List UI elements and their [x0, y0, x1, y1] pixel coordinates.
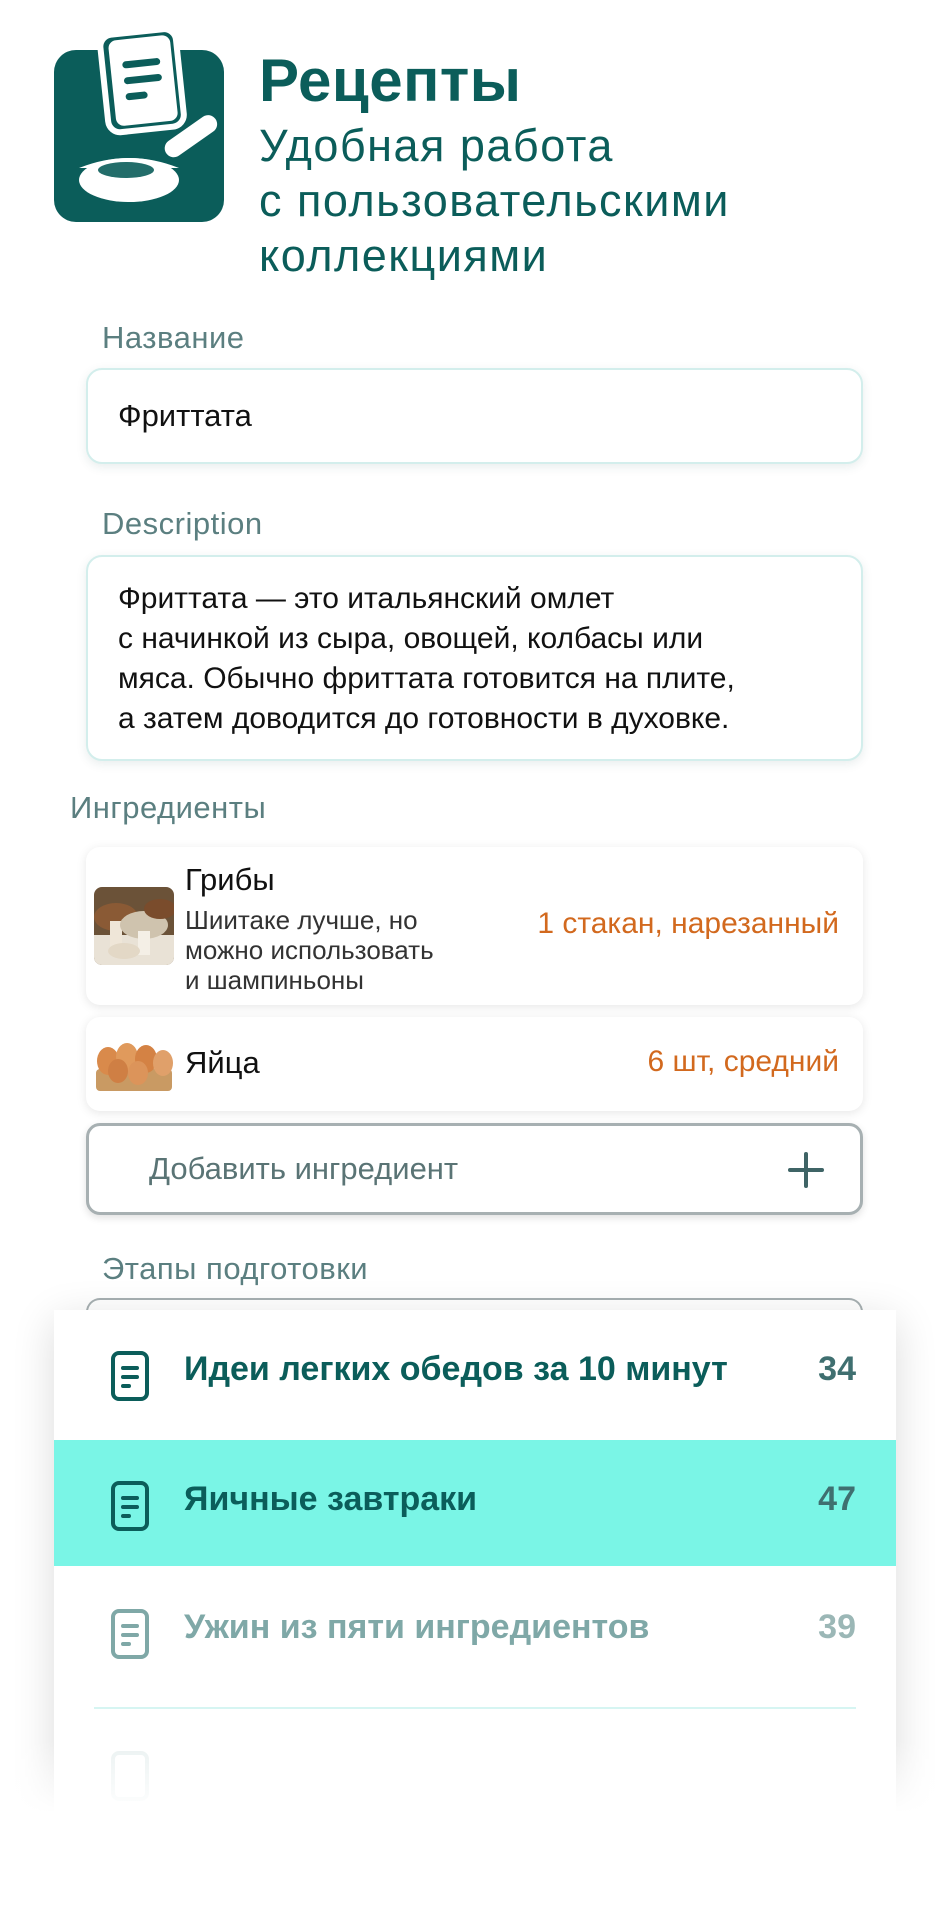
ingredient-note: Шиитаке лучше, но можно использовать и ш…	[185, 905, 475, 995]
description-field[interactable]: Фриттата — это итальянский омлет с начин…	[86, 555, 863, 761]
subtitle-line: Удобная работа	[259, 120, 614, 171]
book-icon	[110, 1608, 150, 1660]
collection-item-selected[interactable]: Яичные завтраки 47	[54, 1440, 896, 1566]
collection-count: 34	[818, 1350, 856, 1388]
collection-item[interactable]: Ужин из пяти ингредиентов 39	[54, 1568, 896, 1694]
collection-item[interactable]: Идеи легких обедов за 10 минут 34	[54, 1310, 896, 1436]
eggs-thumbnail	[94, 1031, 174, 1097]
collection-title: Ужин из пяти ингредиентов	[184, 1608, 650, 1646]
steps-label: Этапы подготовки	[102, 1251, 369, 1286]
divider	[94, 1707, 856, 1709]
ingredient-note-line: Шиитаке лучше, но	[185, 905, 418, 935]
description-text: Фриттата — это итальянский омлет с начин…	[118, 579, 735, 739]
ingredient-note-line: и шампиньоны	[185, 965, 364, 995]
ingredient-name: Яйца	[185, 1045, 260, 1080]
app-title: Рецепты	[259, 47, 522, 114]
plus-icon	[788, 1152, 824, 1188]
collection-title: Яичные завтраки	[184, 1480, 478, 1518]
ingredient-note-line: можно использовать	[185, 935, 434, 965]
collection-count: 47	[818, 1480, 856, 1518]
app-logo-icon	[54, 26, 224, 222]
add-ingredient-button[interactable]: Добавить ингредиент	[86, 1123, 863, 1215]
name-field-value: Фриттата	[118, 398, 252, 433]
subtitle-line: коллекциями	[259, 230, 549, 281]
description-label: Description	[102, 506, 263, 541]
description-line: мяса. Обычно фриттата готовится на плите…	[118, 662, 735, 695]
ingredient-card-eggs[interactable]: Яйца 6 шт, средний	[86, 1017, 863, 1111]
app-subtitle: Удобная работа с пользовательскими колле…	[259, 118, 919, 283]
name-field[interactable]: Фриттата	[86, 368, 863, 464]
add-ingredient-label: Добавить ингредиент	[149, 1151, 459, 1186]
book-icon	[110, 1480, 150, 1532]
mushrooms-thumbnail	[94, 887, 174, 965]
ingredient-quantity: 1 стакан, нарезанный	[537, 907, 839, 940]
ingredient-card-mushrooms[interactable]: Грибы Шиитаке лучше, но можно использова…	[86, 847, 863, 1005]
description-line: Фриттата — это итальянский омлет	[118, 582, 615, 615]
subtitle-line: с пользовательскими	[259, 175, 730, 226]
name-label: Название	[102, 320, 245, 355]
book-icon	[110, 1350, 150, 1402]
ingredients-label: Ингредиенты	[70, 790, 267, 825]
collection-title: Идеи легких обедов за 10 минут	[184, 1350, 728, 1388]
ingredient-name: Грибы	[185, 862, 275, 897]
bottom-fade	[0, 1740, 948, 1923]
ingredient-quantity: 6 шт, средний	[647, 1045, 839, 1078]
description-line: с начинкой из сыра, овощей, колбасы или	[118, 622, 704, 655]
description-line: а затем доводится до готовности в духовк…	[118, 702, 730, 735]
collection-count: 39	[818, 1608, 856, 1646]
